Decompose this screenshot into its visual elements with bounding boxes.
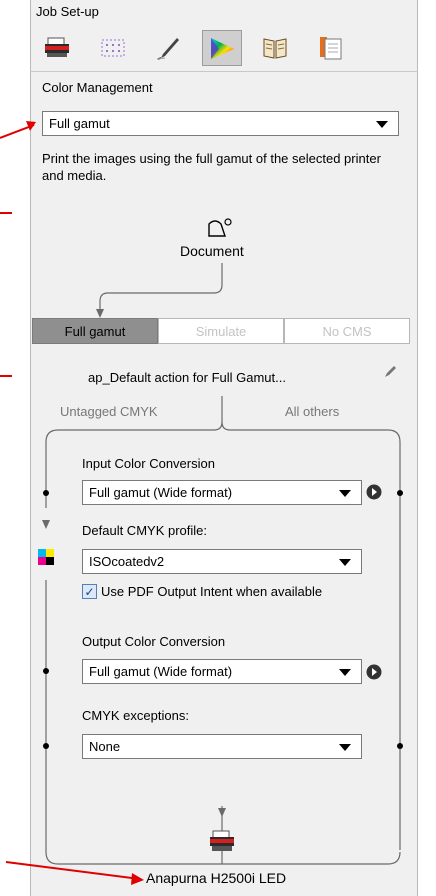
cmyk-swatch-icon bbox=[38, 549, 54, 568]
chevron-down-icon bbox=[339, 558, 351, 566]
default-cmyk-label: Default CMYK profile: bbox=[82, 523, 207, 538]
input-conversion-value: Full gamut (Wide format) bbox=[89, 485, 233, 500]
go-circle-icon[interactable] bbox=[366, 484, 382, 503]
cmyk-exceptions-label: CMYK exceptions: bbox=[82, 708, 189, 723]
input-conversion-select[interactable]: Full gamut (Wide format) bbox=[82, 480, 362, 505]
chevron-down-icon bbox=[339, 743, 351, 751]
output-conversion-select[interactable]: Full gamut (Wide format) bbox=[82, 659, 362, 684]
output-printer-icon bbox=[208, 830, 236, 857]
output-conversion-label: Output Color Conversion bbox=[82, 634, 226, 649]
chevron-down-icon bbox=[339, 668, 351, 676]
default-cmyk-select[interactable]: ISOcoatedv2 bbox=[82, 549, 362, 574]
printer-name: Anapurna H2500i LED bbox=[146, 870, 287, 886]
output-conversion-value: Full gamut (Wide format) bbox=[89, 664, 233, 679]
chevron-down-icon bbox=[339, 489, 351, 497]
go-circle-icon[interactable] bbox=[366, 664, 382, 683]
input-conversion-label: Input Color Conversion bbox=[82, 456, 215, 471]
pdf-intent-option[interactable]: ✓ Use PDF Output Intent when available bbox=[82, 584, 322, 599]
pdf-intent-label: Use PDF Output Intent when available bbox=[101, 584, 323, 599]
default-cmyk-value: ISOcoatedv2 bbox=[89, 554, 165, 569]
pdf-intent-checkbox[interactable]: ✓ bbox=[82, 584, 97, 599]
cmyk-exceptions-value: None bbox=[89, 739, 121, 754]
cmyk-exceptions-select[interactable]: None bbox=[82, 734, 362, 759]
flow-diagram-lines bbox=[0, 121, 403, 885]
